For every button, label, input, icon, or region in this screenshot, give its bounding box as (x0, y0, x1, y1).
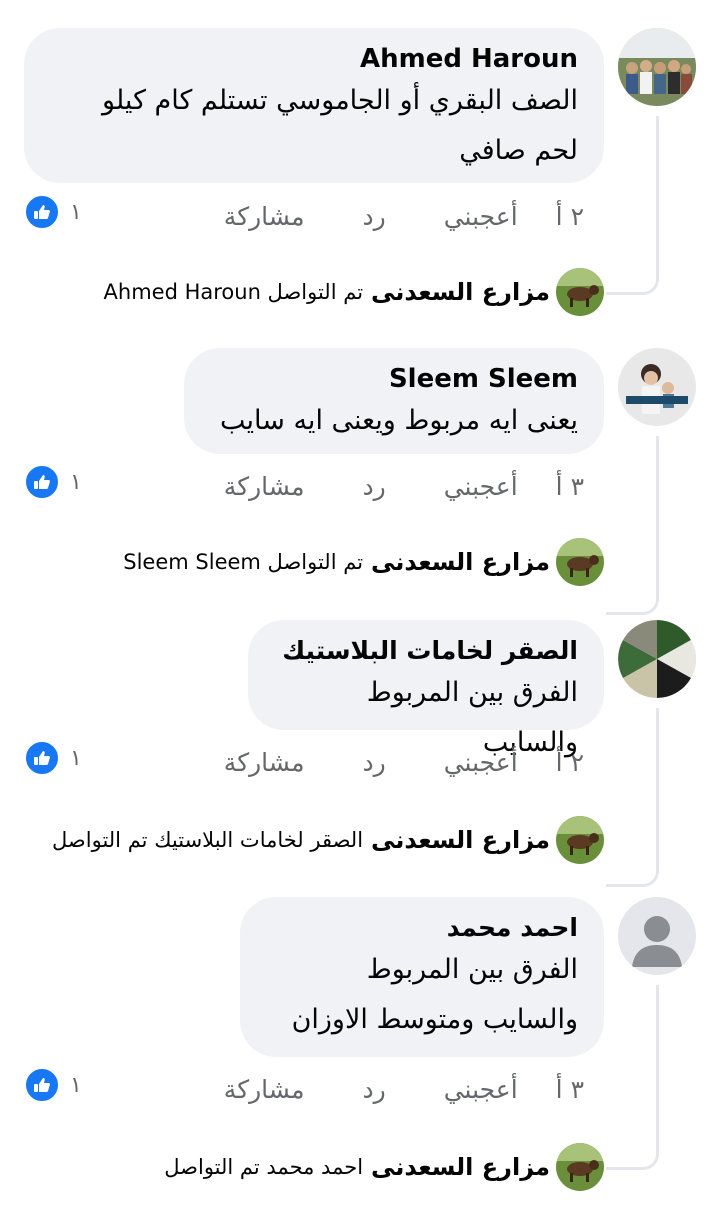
thread-connector (606, 708, 659, 887)
share-button[interactable]: مشاركة (224, 748, 305, 777)
share-button[interactable]: مشاركة (224, 202, 305, 231)
reactions[interactable]: ١ (24, 464, 82, 500)
reply-author[interactable]: مزارع السعدنى (371, 548, 550, 576)
reaction-count: ١ (70, 199, 82, 225)
comment-time[interactable]: ٢ أ (556, 748, 584, 777)
comment-bubble: Ahmed Haroun الصف البقري أو الجاموسي تست… (24, 28, 604, 183)
avatar-farm-page[interactable] (556, 268, 604, 316)
comment-actions: ٣ أ أعجبني رد مشاركة (224, 466, 584, 506)
reactions[interactable]: ١ (24, 740, 82, 776)
reactions[interactable]: ١ (24, 194, 82, 230)
comment-time[interactable]: ٣ أ (556, 1075, 584, 1104)
reaction-count: ١ (70, 745, 82, 771)
reply-button[interactable]: رد (363, 1075, 386, 1104)
thumbs-up-icon (24, 1067, 60, 1103)
avatar-default[interactable] (618, 897, 696, 975)
reaction-count: ١ (70, 469, 82, 495)
share-button[interactable]: مشاركة (224, 472, 305, 501)
comment-author[interactable]: Sleem Sleem (210, 362, 578, 396)
comment-text: الصف البقري أو الجاموسي تستلم كام كيلو ل… (102, 85, 578, 166)
reply-button[interactable]: رد (363, 202, 386, 231)
thread-connector (606, 436, 659, 615)
comment-bubble: الصقر لخامات البلاستيك الفرق بين المربوط… (248, 620, 604, 758)
comment-actions: ٢ أ أعجبني رد مشاركة (224, 196, 584, 236)
avatar-sleem-sleem[interactable] (618, 348, 696, 426)
reply-button[interactable]: رد (363, 748, 386, 777)
avatar-ahmed-haroun[interactable] (618, 28, 696, 106)
avatar-farm-page[interactable] (556, 538, 604, 586)
comment-time[interactable]: ٣ أ (556, 472, 584, 501)
comment-actions: ٣ أ أعجبني رد مشاركة (224, 1069, 584, 1109)
reply-item: مزارع السعدنى تم التواصل Sleem Sleem (123, 538, 550, 586)
like-button[interactable]: أعجبني (444, 202, 518, 231)
reply-text: تم التواصل Ahmed Haroun (103, 280, 364, 304)
comment-time[interactable]: ٢ أ (556, 202, 584, 231)
avatar-farm-page[interactable] (556, 816, 604, 864)
comment-text: يعنى ايه مربوط ويعنى ايه سايب (220, 405, 578, 436)
reply-text: الصقر لخامات البلاستيك تم التواصل (52, 828, 364, 852)
thread-connector (606, 985, 659, 1170)
thumbs-up-icon (24, 464, 60, 500)
reply-author[interactable]: مزارع السعدنى (371, 1153, 550, 1181)
reply-text: احمد محمد تم التواصل (164, 1155, 364, 1179)
reply-text: تم التواصل Sleem Sleem (123, 550, 364, 574)
comment-text: الفرق بين المربوط والسايب ومتوسط الاوزان (291, 954, 578, 1035)
reaction-count: ١ (70, 1072, 82, 1098)
reply-author[interactable]: مزارع السعدنى (371, 826, 550, 854)
comment-author[interactable]: الصقر لخامات البلاستيك (274, 634, 578, 668)
reply-button[interactable]: رد (363, 472, 386, 501)
reply-author[interactable]: مزارع السعدنى (371, 278, 550, 306)
comment-bubble: احمد محمد الفرق بين المربوط والسايب ومتو… (240, 897, 604, 1057)
comment-actions: ٢ أ أعجبني رد مشاركة (224, 742, 584, 782)
avatar-alsaqr[interactable] (618, 620, 696, 698)
like-button[interactable]: أعجبني (444, 472, 518, 501)
like-button[interactable]: أعجبني (444, 1075, 518, 1104)
reply-item: مزارع السعدنى تم التواصل Ahmed Haroun (104, 268, 550, 316)
reply-item: مزارع السعدنى احمد محمد تم التواصل (164, 1143, 550, 1191)
reply-item: مزارع السعدنى الصقر لخامات البلاستيك تم … (52, 816, 550, 864)
avatar-farm-page[interactable] (556, 1143, 604, 1191)
thumbs-up-icon (24, 740, 60, 776)
thread-connector (606, 116, 659, 295)
comment-bubble: Sleem Sleem يعنى ايه مربوط ويعنى ايه ساي… (184, 348, 604, 454)
like-button[interactable]: أعجبني (444, 748, 518, 777)
reactions[interactable]: ١ (24, 1067, 82, 1103)
comment-author[interactable]: احمد محمد (266, 911, 578, 945)
share-button[interactable]: مشاركة (224, 1075, 305, 1104)
thumbs-up-icon (24, 194, 60, 230)
comment-author[interactable]: Ahmed Haroun (50, 42, 578, 76)
